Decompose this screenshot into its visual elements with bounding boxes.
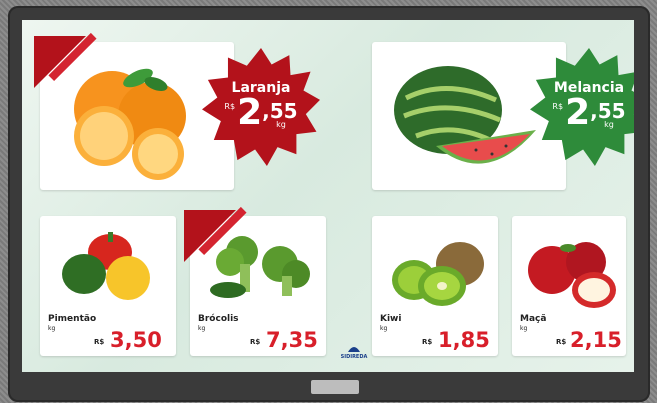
badge-price-integer: 2: [237, 91, 263, 133]
broccoli-image: [210, 236, 310, 298]
product-card-kiwi: Kiwi kg R$ 1,85: [372, 216, 498, 356]
logo-text: SIDIREDA: [340, 354, 368, 360]
price-badge-laranja: Laranja R$ 2 ,55 kg: [202, 48, 320, 166]
badge-currency: R$: [224, 101, 236, 111]
price-badge-melancia: Melancia R$ 2 ,55 kg: [530, 48, 634, 166]
product-currency: R$: [422, 338, 433, 346]
product-unit: kg: [380, 325, 388, 332]
watermelon-image: [394, 66, 536, 164]
product-currency: R$: [556, 338, 567, 346]
badge-price-integer: 2: [565, 91, 591, 133]
product-unit: kg: [48, 325, 56, 332]
product-price: 7,35: [266, 328, 318, 352]
product-name: Kiwi: [380, 314, 402, 324]
product-unit: kg: [520, 325, 528, 332]
badge-unit: kg: [276, 119, 286, 129]
product-currency: R$: [250, 338, 261, 346]
store-logo: SIDIREDA: [334, 342, 374, 366]
product-name: Brócolis: [198, 314, 239, 324]
product-currency: R$: [94, 338, 105, 346]
product-name: Pimentão: [48, 314, 97, 324]
tv-monitor: Laranja R$ 2 ,55 kg Melancia R$ 2 ,55 kg…: [8, 6, 650, 402]
monitor-power-button[interactable]: [311, 380, 359, 394]
kiwi-image: [392, 242, 484, 306]
orange-image: [74, 68, 186, 180]
product-price: 3,50: [110, 328, 162, 352]
badge-unit: kg: [604, 119, 614, 129]
digital-signage-screen: Laranja R$ 2 ,55 kg Melancia R$ 2 ,55 kg…: [22, 20, 634, 372]
product-name: Maçã: [520, 314, 547, 324]
pepper-image: [62, 232, 150, 300]
product-card-maca: Maçã kg R$ 2,15: [512, 216, 626, 356]
product-price: 1,85: [438, 328, 490, 352]
product-card-pimentao: Pimentão kg R$ 3,50: [40, 216, 176, 356]
apple-image: [528, 242, 616, 308]
logo-icon: [348, 347, 360, 352]
badge-currency: R$: [552, 101, 564, 111]
product-unit: kg: [198, 325, 206, 332]
product-card-brocolis: Brócolis kg R$ 7,35: [184, 210, 326, 356]
product-price: 2,15: [570, 328, 622, 352]
